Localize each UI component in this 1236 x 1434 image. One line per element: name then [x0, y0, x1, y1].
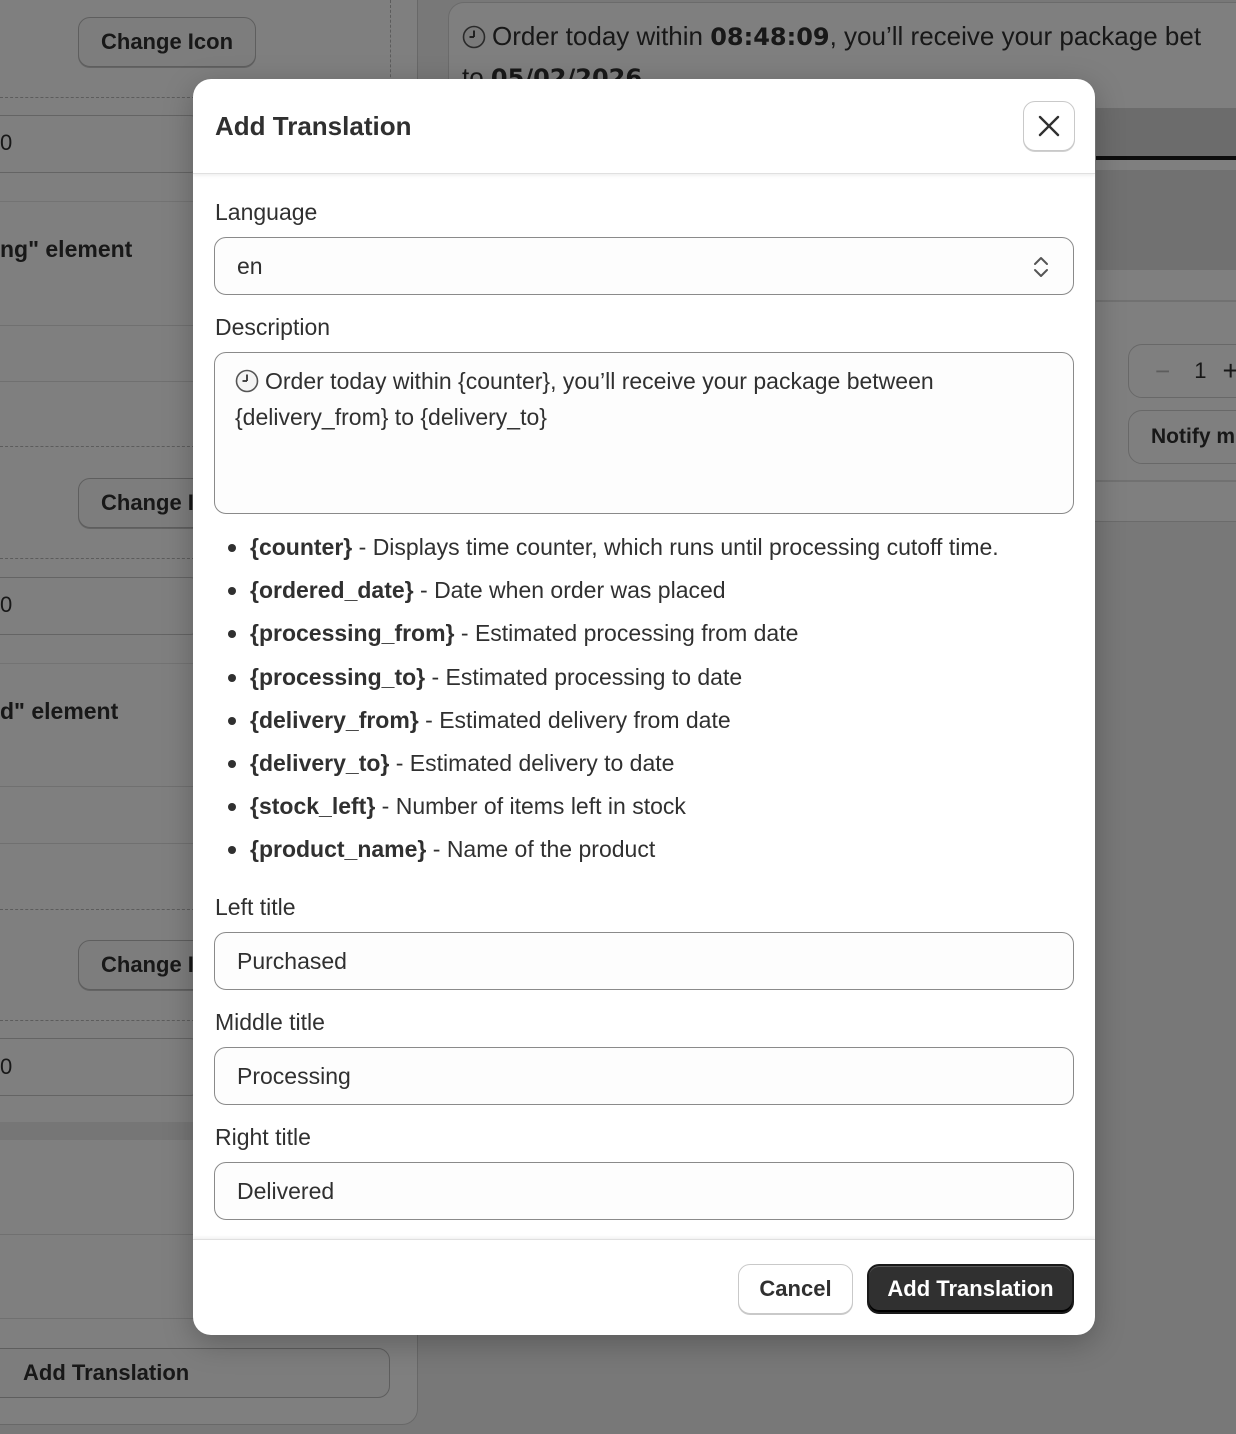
right-title-value: Delivered [237, 1177, 335, 1204]
placeholder-list: {counter} - Displays time counter, which… [193, 529, 1095, 875]
list-item: {delivery_from} - Estimated delivery fro… [193, 702, 1095, 745]
close-icon [1038, 115, 1060, 137]
placeholder-desc: - Estimated processing to date [425, 663, 743, 690]
modal-footer: Cancel Add Translation [193, 1239, 1095, 1335]
clock-icon [235, 369, 259, 393]
middle-title-value: Processing [237, 1062, 351, 1089]
language-select[interactable]: en [214, 237, 1074, 295]
left-title-input[interactable]: Purchased [214, 932, 1074, 990]
description-label: Description [215, 314, 331, 340]
placeholder-desc: - Date when order was placed [413, 577, 726, 604]
placeholder-key: {delivery_to} [250, 749, 390, 776]
right-title-label: Right title [215, 1124, 311, 1150]
placeholder-desc: - Estimated delivery from date [418, 706, 731, 733]
placeholder-key: {counter} [250, 534, 353, 560]
close-button[interactable] [1023, 101, 1075, 151]
list-item: {ordered_date} - Date when order was pla… [193, 572, 1095, 615]
placeholder-key: {ordered_date} [250, 577, 414, 604]
left-title-label: Left title [215, 894, 296, 920]
placeholder-desc: - Estimated processing from date [454, 620, 799, 647]
right-title-input[interactable]: Delivered [214, 1162, 1074, 1220]
list-item: {stock_left} - Number of items left in s… [193, 788, 1095, 831]
select-arrows-icon [1034, 257, 1048, 277]
modal-title: Add Translation [215, 111, 412, 141]
placeholder-desc: - Number of items left in stock [375, 793, 686, 820]
middle-title-input[interactable]: Processing [214, 1047, 1074, 1105]
cancel-button[interactable]: Cancel [738, 1264, 853, 1314]
list-item: {delivery_to} - Estimated delivery to da… [193, 745, 1095, 788]
placeholder-desc: - Name of the product [426, 836, 656, 863]
placeholder-key: {processing_from} [250, 620, 455, 647]
list-item: {product_name} - Name of the product [193, 831, 1095, 874]
middle-title-label: Middle title [215, 1009, 325, 1035]
list-item: {processing_to} - Estimated processing t… [193, 659, 1095, 702]
placeholder-key: {product_name} [250, 836, 427, 863]
description-value: Order today within {counter}, you’ll rec… [235, 368, 934, 430]
add-translation-button[interactable]: Add Translation [867, 1264, 1074, 1314]
placeholder-desc: - Estimated delivery to date [389, 749, 675, 776]
placeholder-key: {stock_left} [250, 793, 376, 820]
language-label: Language [215, 199, 318, 225]
left-title-value: Purchased [237, 947, 347, 974]
add-translation-modal: Add Translation Language en Description … [193, 79, 1095, 1335]
placeholder-key: {processing_to} [250, 663, 426, 690]
language-value: en [237, 252, 263, 279]
placeholder-key: {delivery_from} [250, 706, 419, 733]
modal-header: Add Translation [193, 79, 1095, 174]
list-item: {processing_from} - Estimated processing… [193, 615, 1095, 658]
list-item: {counter} - Displays time counter, which… [193, 529, 1095, 572]
placeholder-desc: - Displays time counter, which runs unti… [352, 534, 999, 560]
description-textarea[interactable]: Order today within {counter}, you’ll rec… [214, 352, 1074, 514]
